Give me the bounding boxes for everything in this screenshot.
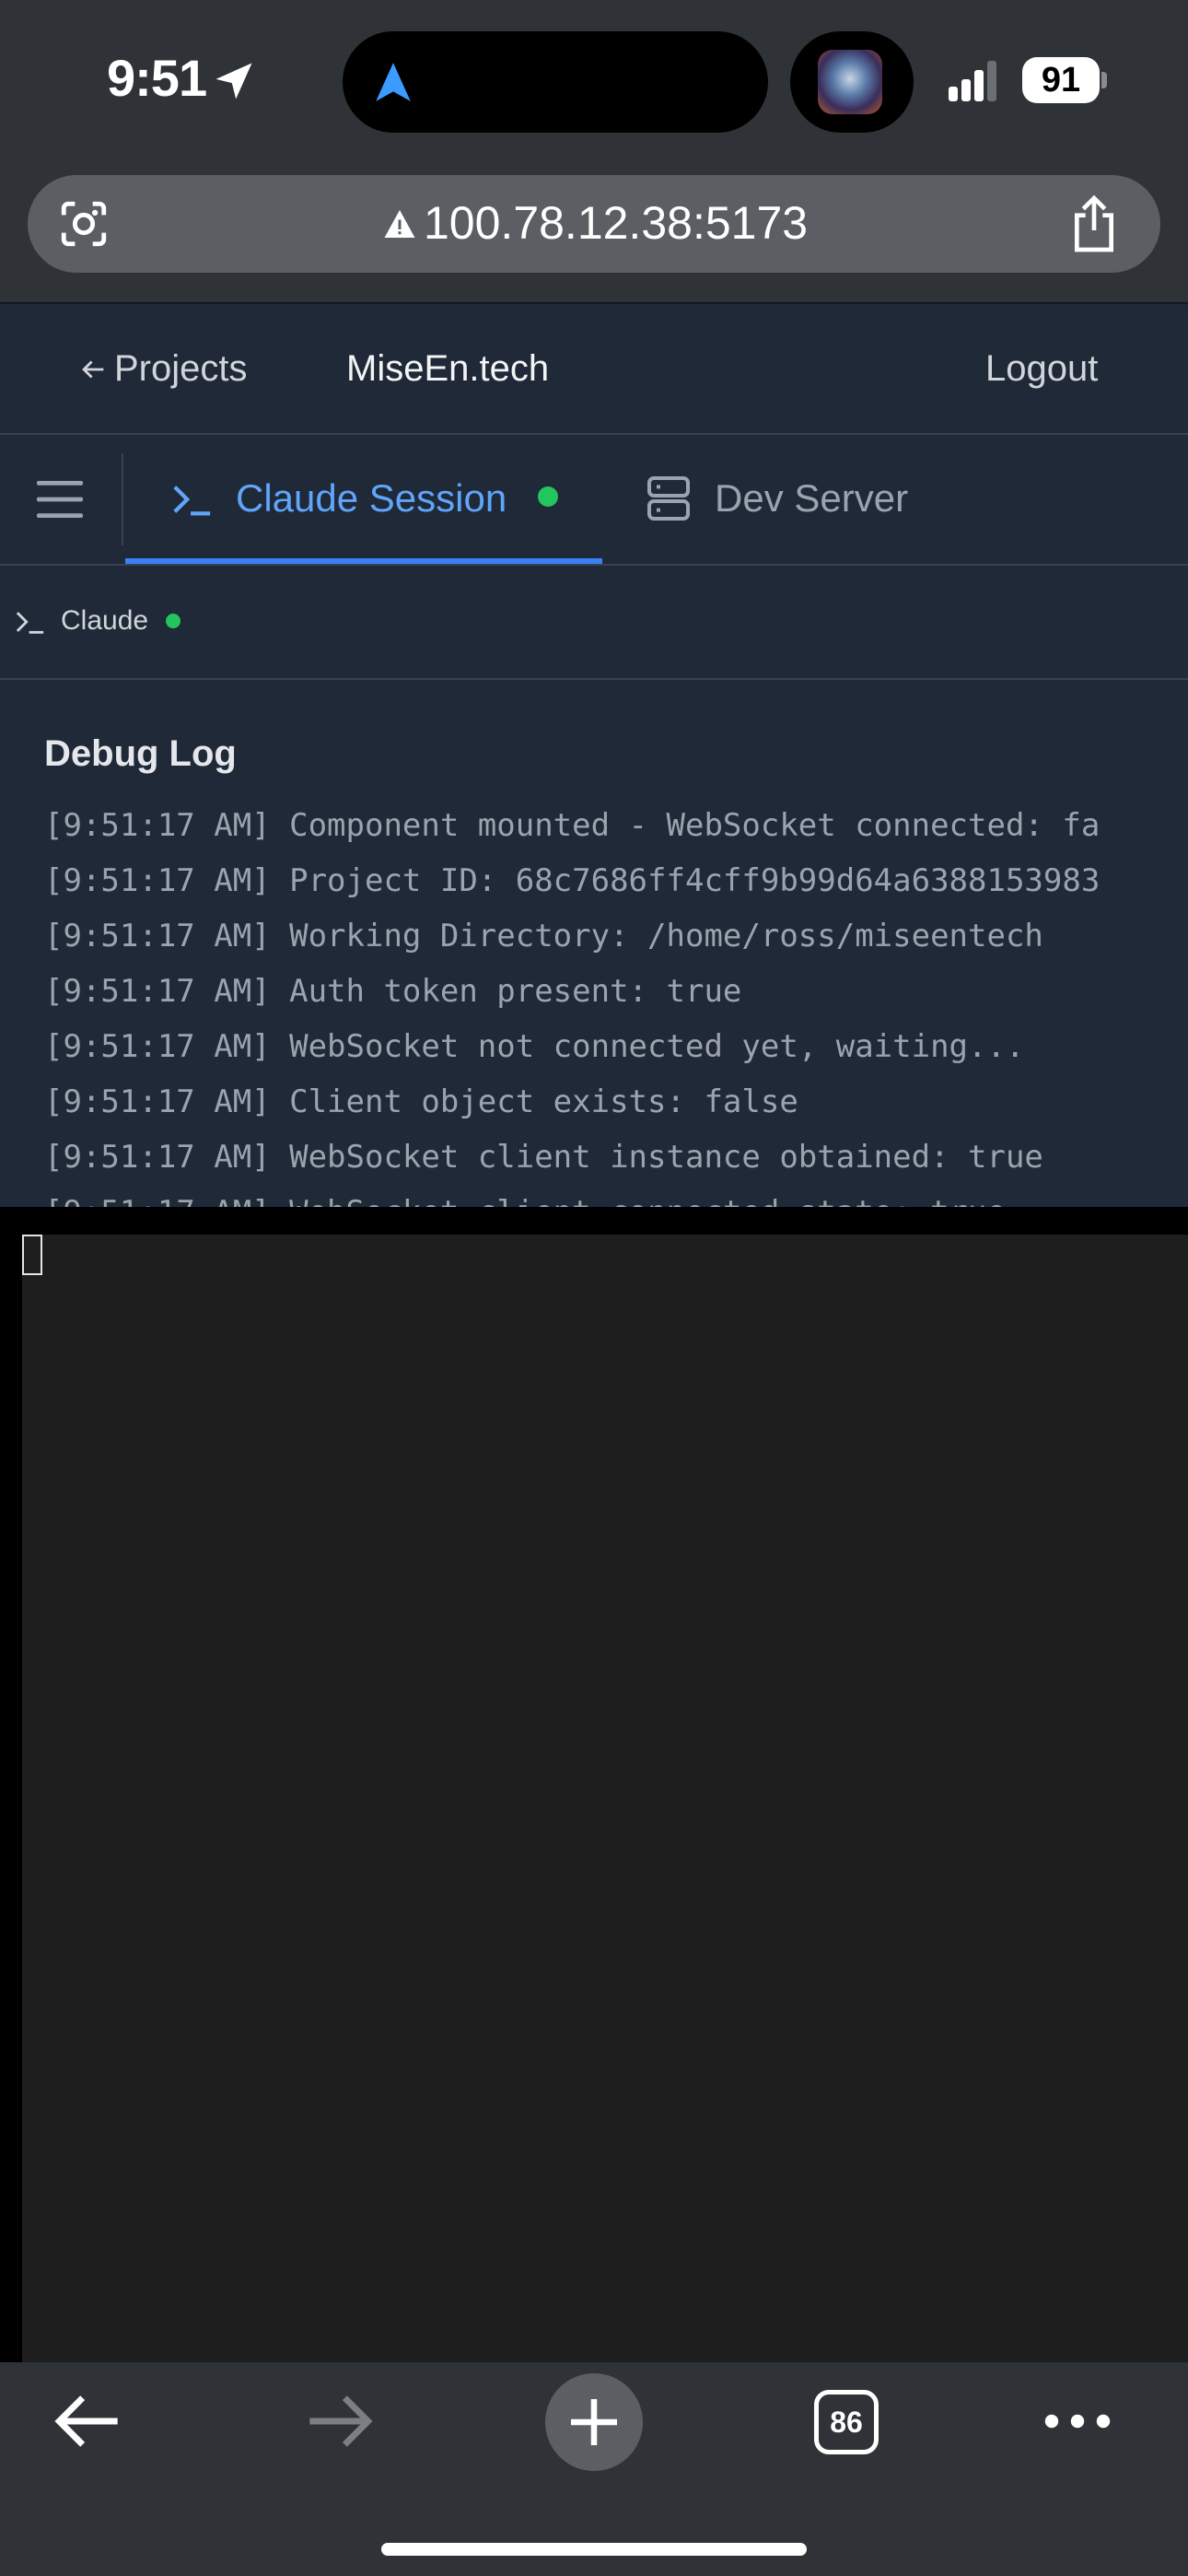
forward-icon[interactable] xyxy=(304,2392,374,2451)
menu-icon[interactable] xyxy=(37,479,83,520)
lens-icon[interactable] xyxy=(57,197,111,251)
tab-claude-session-label: Claude Session xyxy=(236,476,507,520)
session-label: Claude xyxy=(61,605,149,636)
navigation-arrow-icon xyxy=(376,63,411,101)
share-icon[interactable] xyxy=(1068,193,1120,254)
debug-log-title: Debug Log xyxy=(44,733,237,774)
app-icon-thumbnail xyxy=(818,50,882,114)
home-indicator xyxy=(381,2543,807,2556)
battery-indicator: 91 xyxy=(1022,57,1100,103)
logout-button[interactable]: Logout xyxy=(985,341,1098,396)
location-arrow-icon xyxy=(215,63,252,100)
more-icon[interactable] xyxy=(1042,2403,1112,2440)
active-tab-indicator xyxy=(125,558,602,564)
new-tab-button[interactable] xyxy=(545,2373,643,2471)
session-status-dot xyxy=(538,486,558,507)
log-line: [9:51:17 AM] Auth token present: true xyxy=(44,973,742,1010)
server-icon xyxy=(647,476,690,521)
url-text[interactable]: 100.78.12.38:5173 xyxy=(387,195,884,251)
log-line: [9:51:17 AM] Client object exists: false xyxy=(44,1083,798,1120)
back-to-projects-label: Projects xyxy=(114,348,248,389)
terminal-icon xyxy=(16,612,44,634)
session-status-dot-small xyxy=(166,614,181,628)
log-line: [9:51:17 AM] Project ID: 68c7686ff4cff9b… xyxy=(44,862,1101,899)
back-arrow-icon xyxy=(82,360,104,379)
log-line: [9:51:17 AM] WebSocket not connected yet… xyxy=(44,1028,1025,1065)
project-title: MiseEn.tech xyxy=(346,348,550,389)
debug-log[interactable]: [9:51:17 AM] Component mounted - WebSock… xyxy=(44,798,1188,1207)
signal-icon xyxy=(949,61,996,101)
log-line: [9:51:17 AM] WebSocket client instance o… xyxy=(44,1139,1043,1176)
terminal-icon xyxy=(173,486,211,516)
terminal-cursor xyxy=(22,1235,42,1275)
log-line: [9:51:17 AM] Component mounted - WebSock… xyxy=(44,807,1101,844)
log-line: [9:51:17 AM] WebSocket client connected … xyxy=(44,1185,1188,1207)
back-to-projects-link[interactable]: Projects xyxy=(77,341,248,396)
back-icon[interactable] xyxy=(53,2392,123,2451)
terminal[interactable] xyxy=(22,1235,1188,2362)
battery-nub xyxy=(1101,72,1107,88)
status-time: 9:51 xyxy=(107,49,207,107)
tab-dev-server-label: Dev Server xyxy=(715,476,909,520)
log-line: [9:51:17 AM] Working Directory: /home/ro… xyxy=(44,918,1043,954)
plus-icon xyxy=(571,2399,617,2445)
tab-divider xyxy=(122,453,123,545)
tab-switcher-button[interactable]: 86 xyxy=(814,2390,879,2454)
